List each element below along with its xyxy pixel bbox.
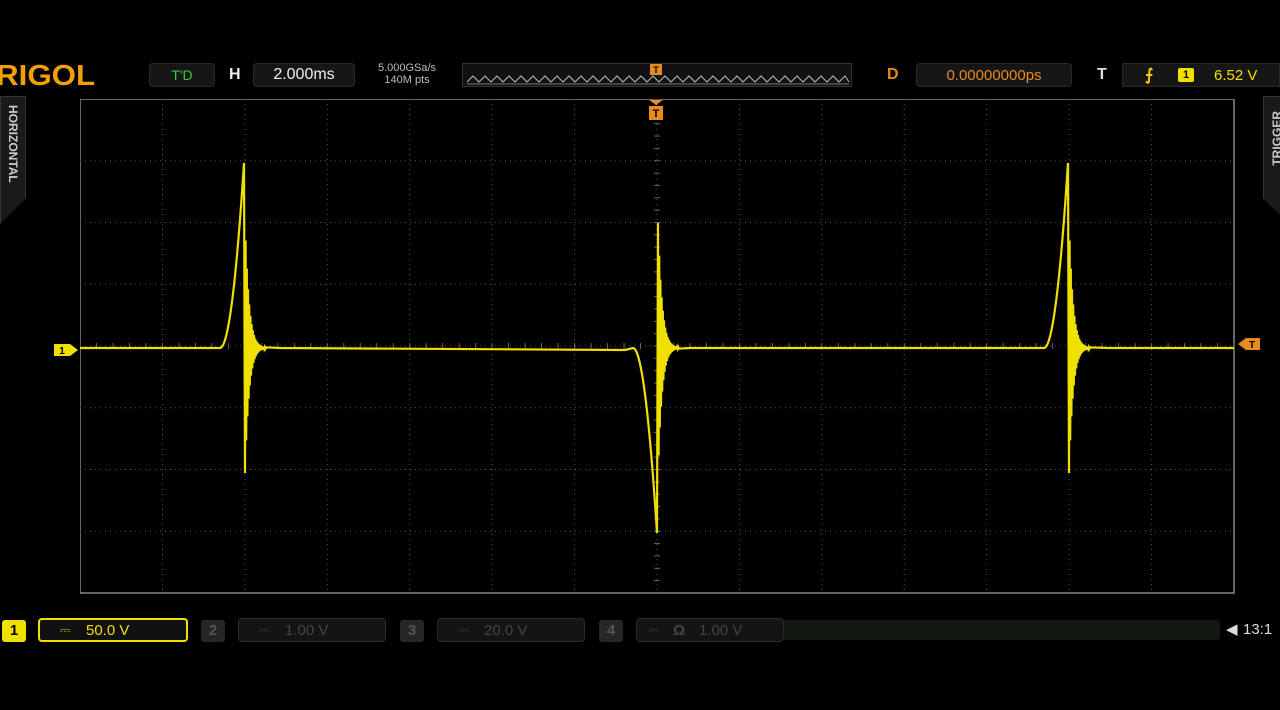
trigger-settings[interactable]: ⨍ 1 6.52 V: [1122, 63, 1280, 87]
delay-label: D: [887, 66, 899, 83]
run-status-indicator[interactable]: T'D: [149, 63, 215, 87]
trigger-source-badge: 1: [1178, 68, 1194, 82]
delay-value[interactable]: 0.00000000ps: [916, 63, 1072, 87]
memory-waveform-preview: T: [466, 64, 850, 85]
bottom-track: [780, 620, 1220, 640]
channel-bar: 1 ⎓ 50.0 V 2 ⎓ 1.00 V 3 ⎓ 20.0 V 4 ⎓ Ω 1…: [0, 614, 1280, 646]
channel-1-scale-value: 50.0 V: [86, 621, 130, 639]
dc-coupling-icon: ⎓: [458, 622, 469, 637]
speaker-icon[interactable]: ◀: [1226, 620, 1238, 638]
trigger-level-marker-icon[interactable]: T: [1236, 336, 1262, 352]
sample-rate: 5.000GSa/s: [377, 62, 437, 74]
dc-coupling-icon: ⎓: [259, 622, 270, 637]
channel-1-button[interactable]: 1: [2, 620, 26, 642]
trigger-label: T: [1097, 66, 1107, 83]
memory-trigger-marker-label: T: [653, 65, 659, 75]
impedance-icon: Ω: [673, 621, 686, 639]
dc-coupling-icon: ⎓: [60, 622, 71, 637]
channel-3-button[interactable]: 3: [400, 620, 424, 642]
rising-edge-icon: ⨍: [1145, 67, 1154, 84]
channel-1-offset-marker-label: 1: [59, 346, 65, 357]
trigger-menu-tab[interactable]: TRIGGER: [1263, 96, 1280, 224]
channel-3-scale[interactable]: ⎓ 20.0 V: [437, 618, 585, 642]
memory-trigger-marker-icon: T: [650, 64, 662, 75]
horizontal-menu-tab[interactable]: HORIZONTAL: [0, 96, 26, 224]
memory-overview[interactable]: T: [462, 63, 852, 87]
brand-logo: RIGOL: [0, 60, 96, 92]
dc-coupling-icon: ⎓: [649, 622, 660, 637]
channel-4-scale[interactable]: ⎓ Ω 1.00 V: [636, 618, 784, 642]
memory-depth: 140M pts: [384, 74, 430, 86]
trigger-level: 6.52 V: [1214, 67, 1258, 84]
channel-2-button[interactable]: 2: [201, 620, 225, 642]
trigger-menu-label: TRIGGER: [1270, 111, 1280, 166]
channel-1-offset-marker-icon[interactable]: 1: [54, 342, 80, 358]
channel-1-scale[interactable]: ⎓ 50.0 V: [38, 618, 188, 642]
channel-3-scale-value: 20.0 V: [484, 621, 528, 639]
channel-2-scale-value: 1.00 V: [285, 621, 329, 639]
trigger-position-marker-label: T: [653, 108, 660, 120]
horizontal-menu-label: HORIZONTAL: [6, 105, 20, 183]
channel-4-scale-value: 1.00 V: [699, 621, 743, 639]
top-status-bar: RIGOL T'D H 2.000ms 5.000GSa/s 140M pts …: [0, 60, 1280, 92]
timebase-value[interactable]: 2.000ms: [253, 63, 355, 87]
system-clock: 13:1: [1243, 621, 1273, 638]
waveform-display[interactable]: [80, 99, 1235, 594]
acquisition-info: 5.000GSa/s 140M pts: [362, 62, 452, 86]
channel-2-scale[interactable]: ⎓ 1.00 V: [238, 618, 386, 642]
trigger-position-marker-icon[interactable]: T: [647, 100, 665, 124]
horizontal-label: H: [229, 66, 241, 83]
channel-4-button[interactable]: 4: [599, 620, 623, 642]
trigger-level-marker-label: T: [1249, 340, 1255, 351]
